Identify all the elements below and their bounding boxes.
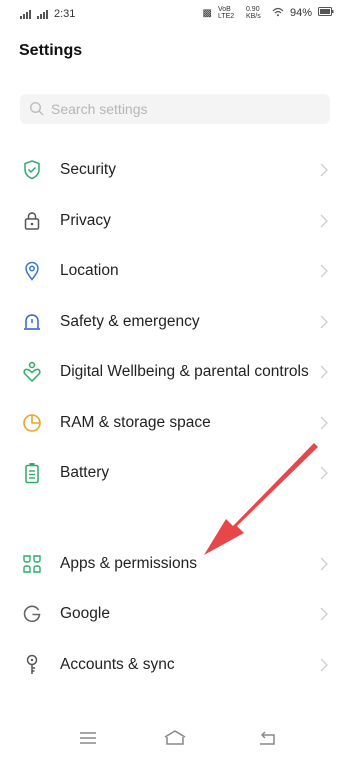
search-input[interactable]: Search settings [51,101,148,117]
status-time: 2:31 [54,8,76,20]
chevron-right-icon [320,607,328,621]
settings-item-location[interactable]: Location [0,248,350,294]
chevron-right-icon [320,416,328,430]
battery-percent: 94% [289,7,312,19]
battery-status-icon [318,7,334,19]
google-icon [22,603,42,625]
lock-icon [22,210,42,232]
settings-item-privacy[interactable]: Privacy [0,198,350,244]
settings-item-label: Security [60,161,116,178]
chevron-right-icon [320,557,328,571]
search-bar[interactable]: Search settings [20,94,330,124]
chevron-right-icon [320,466,328,480]
settings-item-label: Battery [60,464,110,481]
signal-icon [20,9,31,19]
settings-item-digital-wellbeing[interactable]: Digital Wellbeing & parental controls [0,349,350,395]
menu-icon[interactable] [76,728,100,748]
settings-item-label: Apps & permissions [60,555,197,572]
status-bar: 2:31 ▩ VoB LTE2 0.90 KB/s 94% [0,0,350,30]
chevron-right-icon [320,315,328,329]
settings-item-security[interactable]: Security [0,147,350,193]
chevron-right-icon [320,658,328,672]
location-pin-icon [22,260,42,282]
settings-item-label: Google [60,605,110,622]
search-icon [29,101,45,117]
settings-item-ram-storage[interactable]: RAM & storage space [0,400,350,446]
settings-item-safety[interactable]: Safety & emergency [0,299,350,345]
chevron-right-icon [320,163,328,177]
page-title: Settings [19,42,83,59]
vibrate-icon: ▩ [202,7,212,19]
settings-item-label: RAM & storage space [60,414,211,431]
battery-icon [22,462,42,484]
settings-item-apps-permissions[interactable]: Apps & permissions [0,541,350,587]
wifi-icon [272,7,284,20]
apps-icon [22,553,42,575]
settings-item-label: Accounts & sync [60,656,175,673]
alert-beacon-icon [22,311,42,333]
wellbeing-icon [22,361,42,383]
shield-icon [22,159,42,181]
network-label: VoB LTE2 [217,6,235,20]
back-icon[interactable] [255,728,279,748]
settings-item-accounts-sync[interactable]: Accounts & sync [0,642,350,688]
settings-item-label: Digital Wellbeing & parental controls [60,363,309,380]
settings-item-label: Safety & emergency [60,313,200,330]
settings-item-google[interactable]: Google [0,591,350,637]
settings-item-label: Location [60,262,119,279]
settings-item-battery[interactable]: Battery [0,450,350,496]
pie-chart-icon [22,412,42,434]
chevron-right-icon [320,214,328,228]
chevron-right-icon [320,264,328,278]
nav-bar [0,718,350,758]
net-speed: 0.90 KB/s [245,6,261,20]
chevron-right-icon [320,365,328,379]
key-icon [22,654,42,676]
settings-item-label: Privacy [60,212,111,229]
signal-icon-2 [37,9,48,19]
home-icon[interactable] [163,728,187,748]
